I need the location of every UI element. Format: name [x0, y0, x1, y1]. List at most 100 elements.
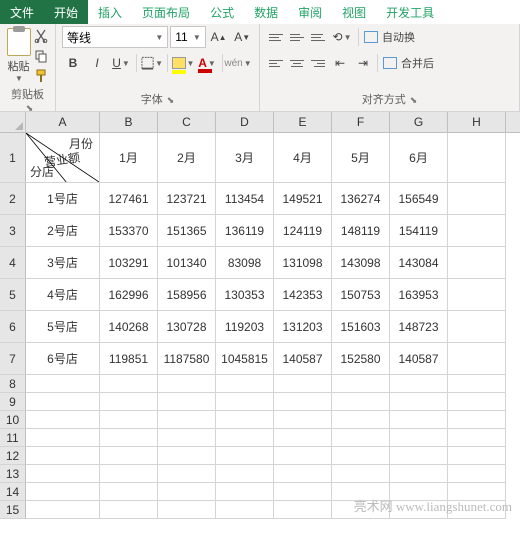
- align-left-button[interactable]: [266, 53, 286, 73]
- row-header-6[interactable]: 6: [0, 311, 26, 343]
- cell[interactable]: 131098: [274, 247, 332, 279]
- cell[interactable]: [332, 411, 390, 429]
- tab-formula[interactable]: 公式: [200, 0, 244, 24]
- cell[interactable]: [158, 393, 216, 411]
- cell[interactable]: [448, 429, 506, 447]
- row-header-5[interactable]: 5: [0, 279, 26, 311]
- increase-indent-button[interactable]: ⇥: [352, 52, 374, 74]
- cell[interactable]: 163953: [390, 279, 448, 311]
- cell[interactable]: [26, 393, 100, 411]
- col-header-C[interactable]: C: [158, 112, 216, 132]
- tab-home[interactable]: 开始: [44, 0, 88, 24]
- cell[interactable]: [390, 375, 448, 393]
- col-header-F[interactable]: F: [332, 112, 390, 132]
- cell[interactable]: 103291: [100, 247, 158, 279]
- cell[interactable]: [216, 411, 274, 429]
- cell[interactable]: [332, 447, 390, 465]
- cell[interactable]: 130353: [216, 279, 274, 311]
- cell[interactable]: [26, 429, 100, 447]
- row-header-4[interactable]: 4: [0, 247, 26, 279]
- cell[interactable]: 143084: [390, 247, 448, 279]
- tab-review[interactable]: 审阅: [288, 0, 332, 24]
- cell[interactable]: [100, 501, 158, 519]
- fill-color-button[interactable]: ▼: [172, 52, 194, 74]
- cell[interactable]: 158956: [158, 279, 216, 311]
- cell[interactable]: 83098: [216, 247, 274, 279]
- col-header-A[interactable]: A: [26, 112, 100, 132]
- cell[interactable]: [158, 483, 216, 501]
- cell[interactable]: [448, 215, 506, 247]
- cell[interactable]: [274, 447, 332, 465]
- cell[interactable]: [158, 447, 216, 465]
- cell[interactable]: [390, 429, 448, 447]
- cell[interactable]: [274, 375, 332, 393]
- align-bottom-button[interactable]: [308, 27, 328, 47]
- cell[interactable]: [216, 447, 274, 465]
- cell[interactable]: 156549: [390, 183, 448, 215]
- cell[interactable]: 131203: [274, 311, 332, 343]
- cell[interactable]: [26, 411, 100, 429]
- tab-view[interactable]: 视图: [332, 0, 376, 24]
- cell[interactable]: [100, 411, 158, 429]
- row-header-12[interactable]: 12: [0, 447, 26, 465]
- cell[interactable]: [158, 429, 216, 447]
- cell[interactable]: [216, 375, 274, 393]
- merge-center-button[interactable]: 合并后: [381, 53, 436, 73]
- cell[interactable]: [390, 393, 448, 411]
- cell[interactable]: 136119: [216, 215, 274, 247]
- col-header-E[interactable]: E: [274, 112, 332, 132]
- cell[interactable]: [448, 279, 506, 311]
- cell[interactable]: 2号店: [26, 215, 100, 247]
- cell[interactable]: [448, 311, 506, 343]
- row-header-7[interactable]: 7: [0, 343, 26, 375]
- cell[interactable]: [26, 447, 100, 465]
- tab-insert[interactable]: 插入: [88, 0, 132, 24]
- border-button[interactable]: ▼: [141, 52, 163, 74]
- cell[interactable]: 1187580: [158, 343, 216, 375]
- col-header-H[interactable]: H: [448, 112, 506, 132]
- bold-button[interactable]: B: [62, 52, 84, 74]
- cell[interactable]: [100, 429, 158, 447]
- cell[interactable]: [100, 447, 158, 465]
- row-header-14[interactable]: 14: [0, 483, 26, 501]
- cell[interactable]: [216, 393, 274, 411]
- cell[interactable]: [100, 465, 158, 483]
- row-header-9[interactable]: 9: [0, 393, 26, 411]
- font-color-button[interactable]: A▼: [196, 52, 218, 74]
- cell[interactable]: 150753: [332, 279, 390, 311]
- cell[interactable]: 6号店: [26, 343, 100, 375]
- cell[interactable]: 1月: [100, 133, 158, 183]
- row-header-15[interactable]: 15: [0, 501, 26, 519]
- cell[interactable]: 140587: [274, 343, 332, 375]
- underline-button[interactable]: U▼: [110, 52, 132, 74]
- cell[interactable]: [390, 447, 448, 465]
- cell[interactable]: [274, 393, 332, 411]
- cell[interactable]: [448, 465, 506, 483]
- cell[interactable]: [26, 501, 100, 519]
- cell[interactable]: 136274: [332, 183, 390, 215]
- cell[interactable]: [332, 393, 390, 411]
- cell[interactable]: [26, 375, 100, 393]
- cell[interactable]: [26, 483, 100, 501]
- cell[interactable]: 148119: [332, 215, 390, 247]
- cell[interactable]: 140587: [390, 343, 448, 375]
- cell[interactable]: 5号店: [26, 311, 100, 343]
- cell[interactable]: [332, 429, 390, 447]
- tab-developer[interactable]: 开发工具: [376, 0, 444, 24]
- cell[interactable]: 1045815: [216, 343, 274, 375]
- cut-button[interactable]: [33, 28, 49, 44]
- align-middle-button[interactable]: [287, 27, 307, 47]
- col-header-B[interactable]: B: [100, 112, 158, 132]
- row-header-10[interactable]: 10: [0, 411, 26, 429]
- row-header-2[interactable]: 2: [0, 183, 26, 215]
- cell[interactable]: [216, 465, 274, 483]
- col-header-G[interactable]: G: [390, 112, 448, 132]
- cell[interactable]: 140268: [100, 311, 158, 343]
- tab-file[interactable]: 文件: [0, 0, 44, 24]
- row-header-11[interactable]: 11: [0, 429, 26, 447]
- col-header-D[interactable]: D: [216, 112, 274, 132]
- tab-data[interactable]: 数据: [244, 0, 288, 24]
- italic-button[interactable]: I: [86, 52, 108, 74]
- dialog-launcher-icon[interactable]: ⬊: [167, 95, 175, 105]
- font-size-combo[interactable]: 11▼: [170, 26, 206, 48]
